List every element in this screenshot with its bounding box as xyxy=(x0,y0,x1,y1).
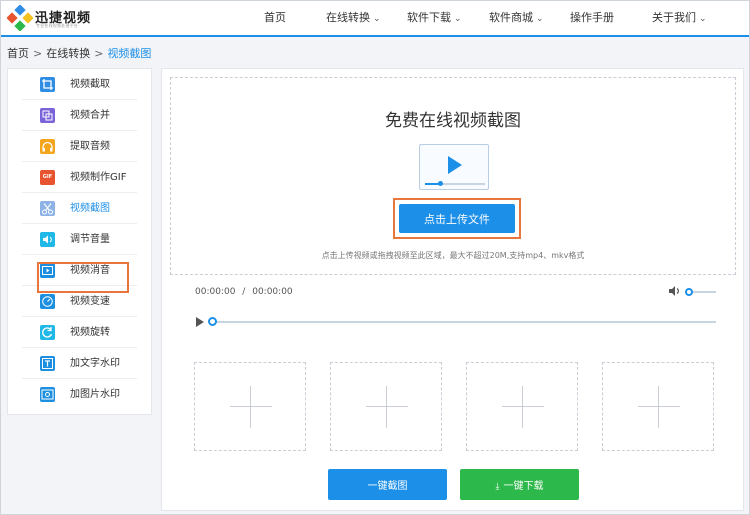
nav-online-convert[interactable]: 在线转换 ⌄ xyxy=(326,1,381,35)
top-header: 迅捷视频 专业在线视频处理平台 首页 在线转换 ⌄ 软件下载 ⌄ 软件商城 ⌄ 操作手… xyxy=(1,1,749,37)
progress-knob[interactable] xyxy=(208,317,217,326)
scissors-icon xyxy=(40,201,55,216)
logo-icon[interactable] xyxy=(7,5,33,31)
capture-button[interactable]: 一键截图 xyxy=(328,469,447,500)
breadcrumb-current: 视频截图 xyxy=(107,47,152,60)
breadcrumb-home[interactable]: 首页 xyxy=(7,47,29,60)
sidebar-item-video-merge[interactable]: 视频合并 xyxy=(22,100,137,131)
headphones-icon xyxy=(40,139,55,154)
total-time: 00:00:00 xyxy=(252,287,293,297)
nav-software-store[interactable]: 软件商城 ⌄ xyxy=(489,1,544,35)
chevron-down-icon: ⌄ xyxy=(536,14,544,24)
upload-button-highlight-frame: 点击上传文件 xyxy=(393,198,521,239)
nav-label: 软件商城 xyxy=(489,11,533,24)
play-triangle xyxy=(448,156,462,174)
sidebar-item-image-watermark[interactable]: 加图片水印 xyxy=(22,379,137,410)
plus-icon xyxy=(502,406,544,407)
sidebar-item-video-rotate[interactable]: 视频旋转 xyxy=(22,317,137,348)
plus-icon xyxy=(386,386,387,428)
current-time: 00:00:00 xyxy=(195,287,236,297)
breadcrumb-separator: > xyxy=(94,47,104,60)
image-watermark-icon xyxy=(40,387,55,402)
thumbnail-slot[interactable] xyxy=(330,362,442,451)
progress-track[interactable] xyxy=(212,321,716,323)
volume-icon[interactable] xyxy=(668,285,682,297)
thumbnail-slot[interactable] xyxy=(602,362,714,451)
volume-slider-knob[interactable] xyxy=(685,288,693,296)
sidebar-item-label: 视频合并 xyxy=(70,110,110,121)
sidebar-item-video-screenshot[interactable]: 视频截图 xyxy=(22,193,137,224)
download-icon: ⤓ xyxy=(495,482,500,492)
gif-icon: GIF xyxy=(40,170,55,185)
sidebar-item-extract-audio[interactable]: 提取音频 xyxy=(22,131,137,162)
plus-icon xyxy=(250,386,251,428)
nav-manual[interactable]: 操作手册 xyxy=(570,1,614,35)
crop-icon xyxy=(40,77,55,92)
sidebar-item-label: 视频旋转 xyxy=(70,327,110,338)
sidebar-item-video-gif[interactable]: GIF 视频制作GIF xyxy=(22,162,137,193)
main-panel: 免费在线视频截图 点击上传文件 点击上传视频或拖拽视频至此区域，最大不超过20M… xyxy=(161,68,744,511)
tool-sidebar: 视频截取 视频合并 提取音频 GIF 视频制作GIF 视频截图 调节音量 视频消… xyxy=(7,68,152,415)
plus-icon xyxy=(366,406,408,407)
logo-subtitle: 专业在线视频处理平台 xyxy=(36,23,78,28)
sidebar-item-label: 提取音频 xyxy=(70,141,110,152)
plus-icon xyxy=(638,406,680,407)
sidebar-item-label: 视频制作GIF xyxy=(70,172,127,183)
upload-drop-zone[interactable]: 免费在线视频截图 点击上传文件 点击上传视频或拖拽视频至此区域，最大不超过20M… xyxy=(170,77,736,275)
video-player-icon xyxy=(419,144,489,190)
nav-label: 软件下载 xyxy=(407,11,451,24)
breadcrumb-online-convert[interactable]: 在线转换 xyxy=(46,47,90,60)
nav-label: 操作手册 xyxy=(570,11,614,24)
active-item-highlight-frame xyxy=(37,262,129,293)
merge-icon xyxy=(40,108,55,123)
page-title: 免费在线视频截图 xyxy=(385,111,521,131)
download-button[interactable]: ⤓ 一键下载 xyxy=(460,469,579,500)
volume-icon xyxy=(40,232,55,247)
thumbnail-slot[interactable] xyxy=(466,362,578,451)
upload-file-button[interactable]: 点击上传文件 xyxy=(399,204,515,233)
sidebar-item-label: 视频截取 xyxy=(70,79,110,90)
time-display: 00:00:00 / 00:00:00 xyxy=(195,287,293,297)
time-separator: / xyxy=(242,287,246,297)
rotate-icon xyxy=(40,325,55,340)
chevron-down-icon: ⌄ xyxy=(454,14,462,24)
plus-icon xyxy=(230,406,272,407)
breadcrumb: 首页 > 在线转换 > 视频截图 xyxy=(7,45,151,61)
nav-label: 首页 xyxy=(264,11,286,24)
chevron-down-icon: ⌄ xyxy=(373,14,381,24)
nav-label: 关于我们 xyxy=(652,11,696,24)
sidebar-item-adjust-volume[interactable]: 调节音量 xyxy=(22,224,137,255)
sidebar-item-label: 加图片水印 xyxy=(70,389,120,400)
sidebar-item-label: 视频截图 xyxy=(70,203,110,214)
nav-about-us[interactable]: 关于我们 ⌄ xyxy=(652,1,707,35)
speed-gauge-icon xyxy=(40,294,55,309)
chevron-down-icon: ⌄ xyxy=(699,14,707,24)
plus-icon xyxy=(658,386,659,428)
mini-progress-knob xyxy=(438,181,443,186)
breadcrumb-separator: > xyxy=(33,47,43,60)
nav-home[interactable]: 首页 xyxy=(264,1,286,35)
sidebar-item-text-watermark[interactable]: 加文字水印 xyxy=(22,348,137,379)
plus-icon xyxy=(522,386,523,428)
play-icon[interactable] xyxy=(196,317,204,327)
sidebar-item-label: 调节音量 xyxy=(70,234,110,245)
nav-software-download[interactable]: 软件下载 ⌄ xyxy=(407,1,462,35)
sidebar-item-label: 加文字水印 xyxy=(70,358,120,369)
upload-hint: 点击上传视频或拖拽视频至此区域，最大不超过20M,支持mp4、mkv格式 xyxy=(321,251,585,260)
sidebar-item-video-trim[interactable]: 视频截取 xyxy=(22,69,137,100)
download-button-label: 一键下载 xyxy=(503,481,544,492)
nav-label: 在线转换 xyxy=(326,11,370,24)
text-watermark-icon xyxy=(40,356,55,371)
thumbnail-slot[interactable] xyxy=(194,362,306,451)
